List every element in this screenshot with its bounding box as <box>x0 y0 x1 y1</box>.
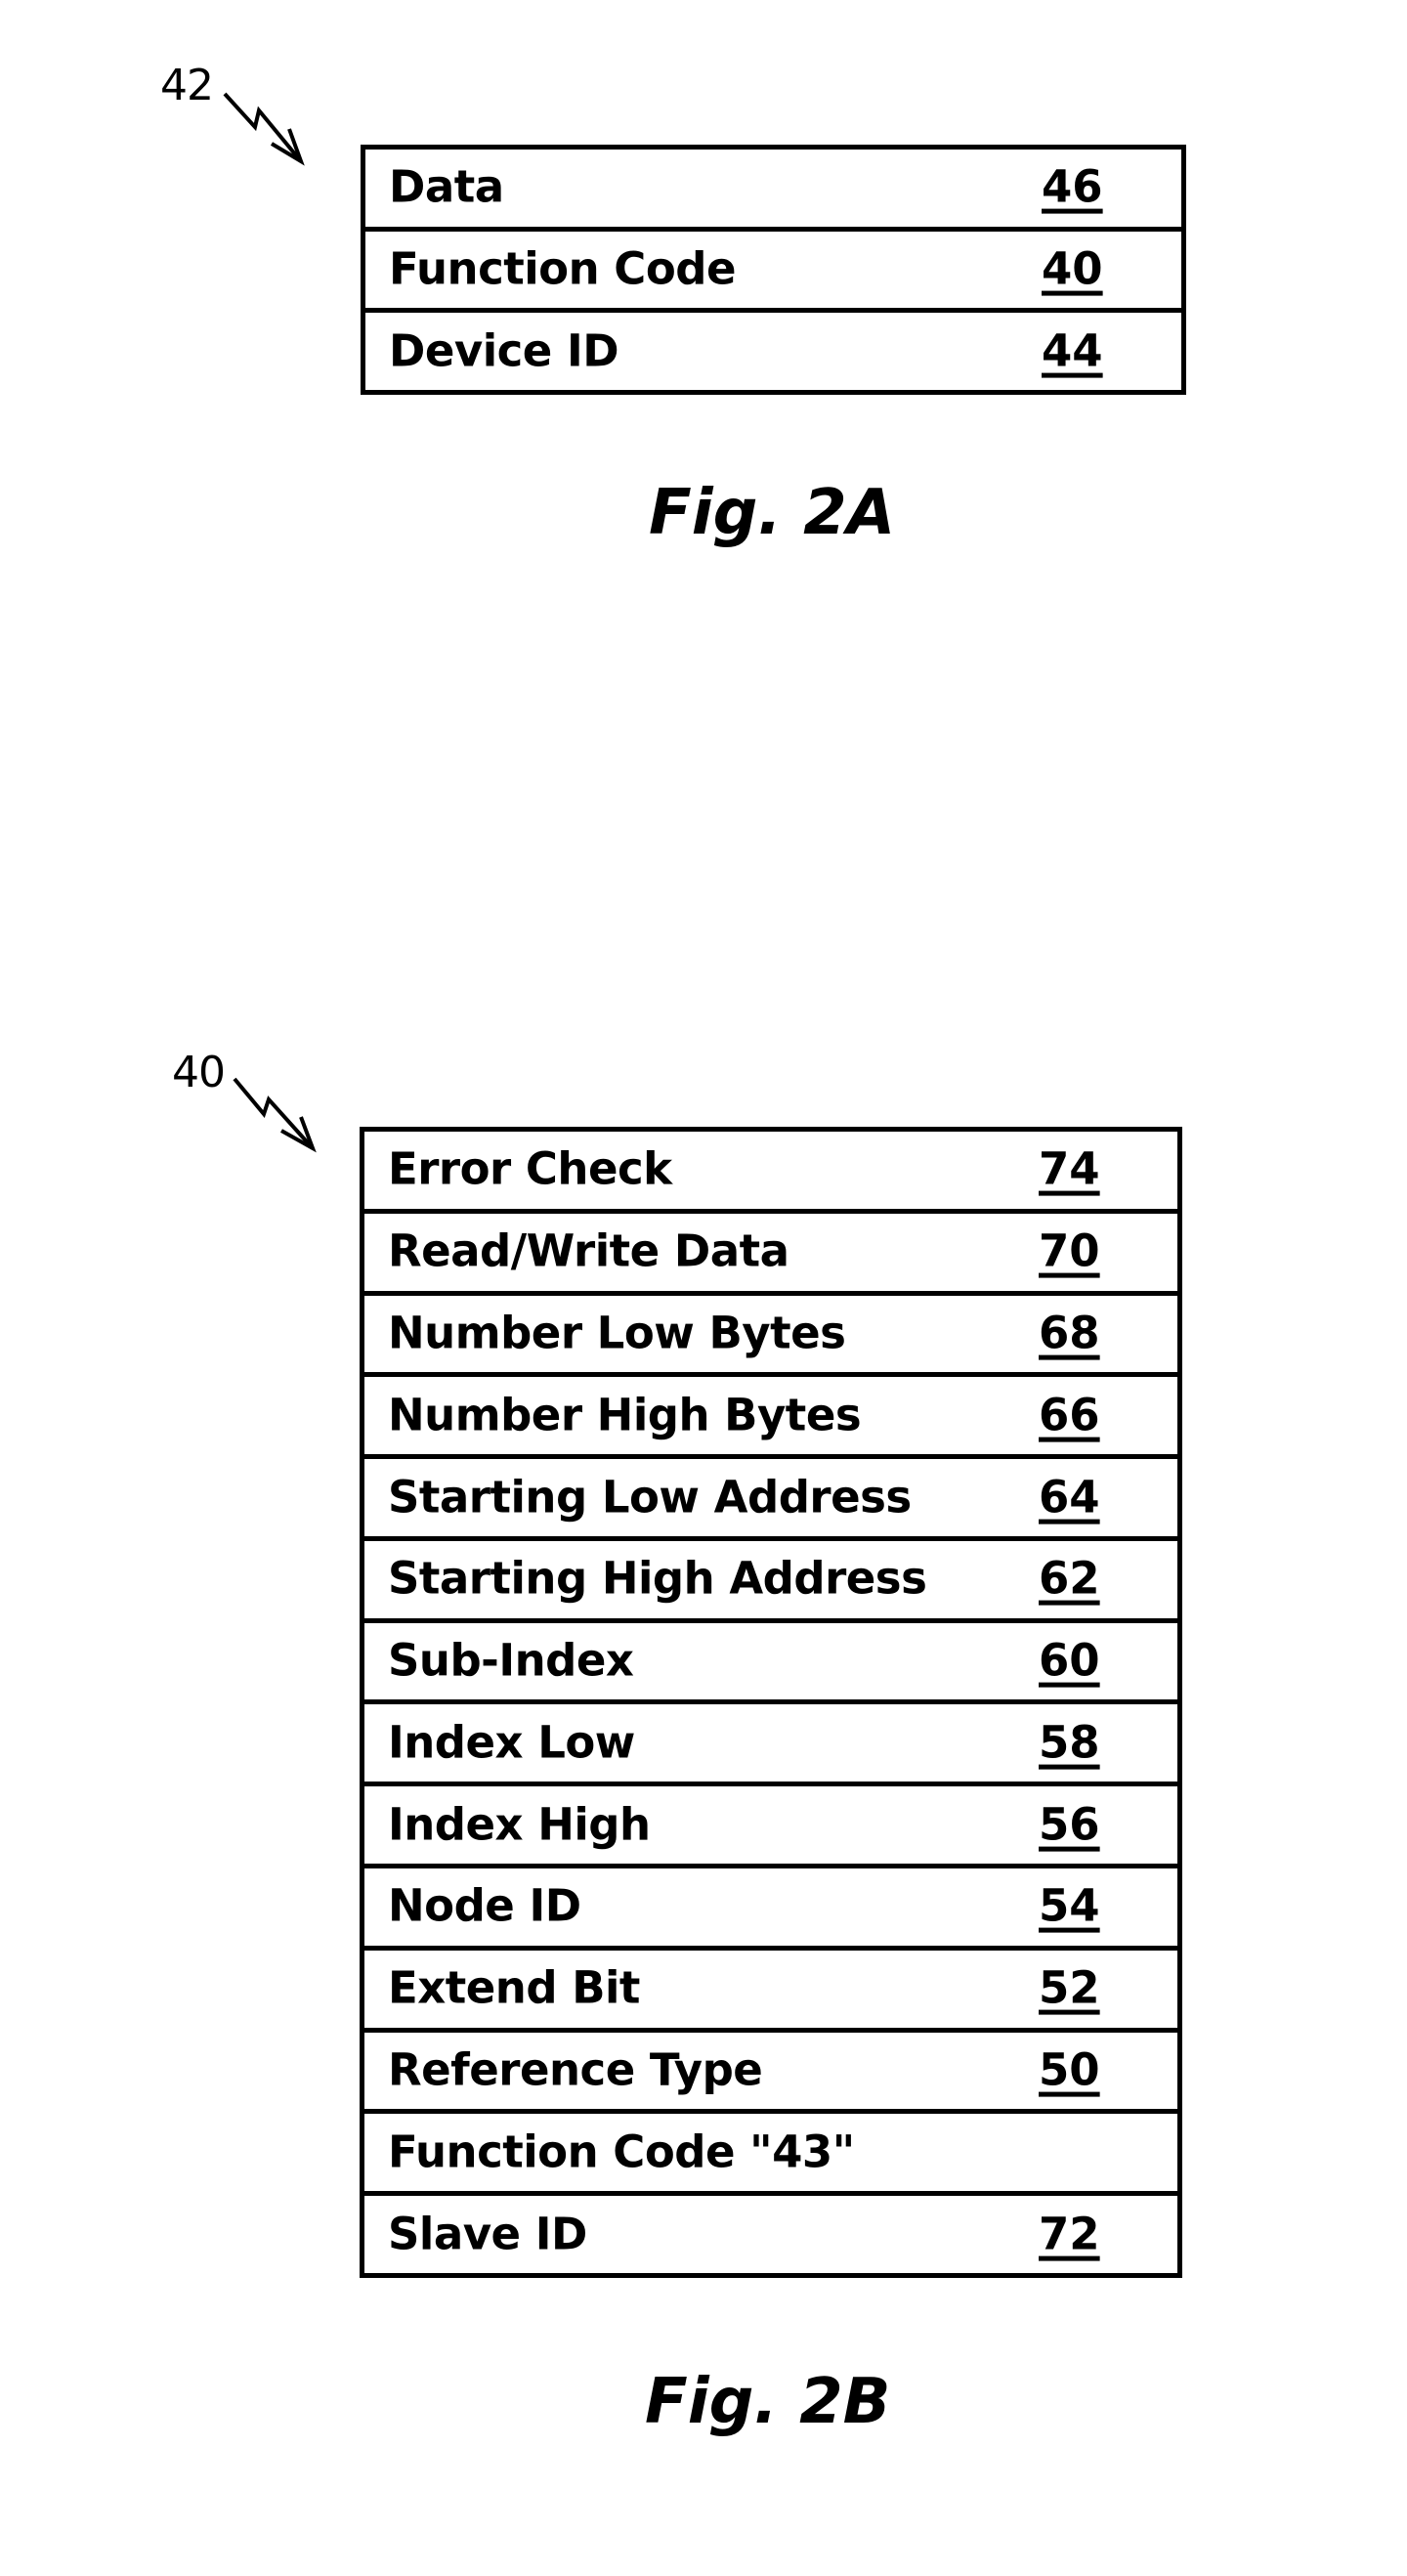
table-row: Starting High Address 62 <box>364 1535 1177 1618</box>
field-label: Function Code <box>389 242 736 295</box>
table-row: Number High Bytes 66 <box>364 1372 1177 1454</box>
field-reference-number: 56 <box>1039 1798 1100 1851</box>
field-reference-number: 68 <box>1039 1307 1100 1359</box>
field-reference-number: 50 <box>1039 2043 1100 2096</box>
table-row: Extend Bit 52 <box>364 1945 1177 2028</box>
message-format-table: Data 46 Function Code 40 Device ID 44 <box>361 145 1186 395</box>
field-label: Slave ID <box>388 2208 587 2260</box>
field-reference-number: 44 <box>1042 324 1103 377</box>
reference-numeral-42: 42 <box>160 61 214 110</box>
field-label: Node ID <box>388 1880 581 1933</box>
field-label: Index Low <box>388 1716 635 1769</box>
table-row: Read/Write Data 70 <box>364 1208 1177 1291</box>
field-reference-number: 60 <box>1039 1634 1100 1687</box>
field-reference-number: 72 <box>1039 2208 1100 2260</box>
reference-numeral-40: 40 <box>172 1048 226 1097</box>
field-label: Starting High Address <box>388 1552 927 1605</box>
field-reference-number: 54 <box>1039 1880 1100 1933</box>
field-reference-number: 74 <box>1039 1142 1100 1195</box>
field-label: Number Low Bytes <box>388 1307 846 1359</box>
table-row: Slave ID 72 <box>364 2191 1177 2273</box>
table-row: Function Code 40 <box>365 226 1181 309</box>
field-label: Data <box>389 160 504 213</box>
table-row: Number Low Bytes 68 <box>364 1290 1177 1373</box>
field-label: Error Check <box>388 1142 672 1195</box>
field-label: Function Code "43" <box>388 2125 855 2178</box>
table-row: Index Low 58 <box>364 1699 1177 1782</box>
table-row: Sub-Index 60 <box>364 1617 1177 1700</box>
field-reference-number: 70 <box>1039 1224 1100 1277</box>
table-row: Reference Type 50 <box>364 2027 1177 2110</box>
table-row: Starting Low Address 64 <box>364 1454 1177 1536</box>
field-reference-number: 66 <box>1039 1389 1100 1441</box>
field-label: Reference Type <box>388 2043 763 2096</box>
table-row: Device ID 44 <box>365 308 1181 390</box>
field-reference-number: 40 <box>1042 242 1103 295</box>
field-label: Extend Bit <box>388 1961 640 2014</box>
table-row: Index High 56 <box>364 1782 1177 1864</box>
field-reference-number: 52 <box>1039 1961 1100 2014</box>
table-row: Error Check 74 <box>364 1132 1177 1209</box>
table-row: Function Code "43" <box>364 2109 1177 2191</box>
table-row: Node ID 54 <box>364 1864 1177 1946</box>
field-label: Read/Write Data <box>388 1224 789 1277</box>
table-row: Data 46 <box>365 150 1181 227</box>
function-code-43-table: Error Check 74 Read/Write Data 70 Number Low… <box>360 1127 1182 2278</box>
field-label: Sub-Index <box>388 1634 634 1687</box>
field-label: Device ID <box>389 324 619 377</box>
field-reference-number: 62 <box>1039 1552 1100 1605</box>
field-label: Number High Bytes <box>388 1389 862 1441</box>
field-reference-number: 58 <box>1039 1716 1100 1769</box>
field-reference-number: 46 <box>1042 160 1103 213</box>
field-label: Index High <box>388 1798 651 1851</box>
figure-caption: Fig. 2B <box>645 2366 891 2438</box>
field-reference-number: 64 <box>1039 1471 1100 1524</box>
figure-caption: Fig. 2A <box>649 477 896 549</box>
field-label: Starting Low Address <box>388 1471 912 1524</box>
